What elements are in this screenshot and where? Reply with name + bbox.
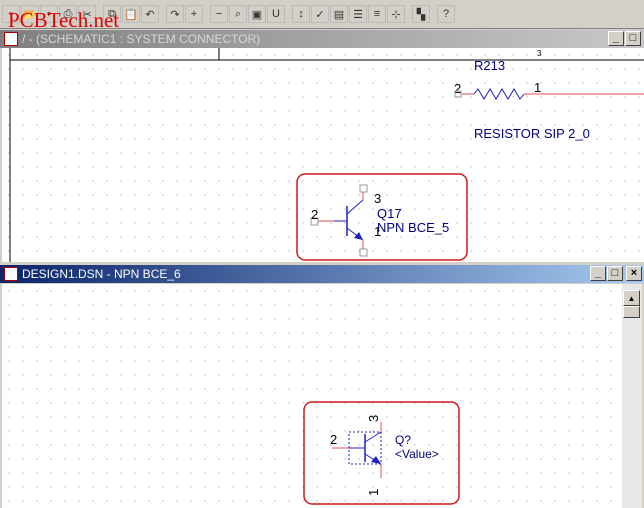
schematic-icon: [4, 32, 18, 46]
transistor-q17[interactable]: 3 2 1 Q17 NPN BCE_5: [296, 173, 468, 261]
q17-ref: Q17: [377, 206, 402, 221]
lower-window-title: DESIGN1.DSN - NPN BCE_6: [22, 267, 181, 281]
q-pin-1: 1: [366, 489, 381, 496]
q17-pin-3: 3: [374, 191, 381, 206]
cross-ref-icon[interactable]: ☰: [349, 5, 367, 23]
snap-grid-icon[interactable]: ⊹: [387, 5, 405, 23]
maximize-button[interactable]: □: [607, 266, 623, 281]
paste-icon[interactable]: 📋: [122, 5, 140, 23]
annotate-icon[interactable]: U: [267, 5, 285, 23]
redo-icon[interactable]: ↷: [166, 5, 184, 23]
part-editor-canvas[interactable]: 3 2 1 Q? <Value>: [2, 284, 622, 508]
back-annotate-icon[interactable]: ↕: [292, 5, 310, 23]
transistor-q-new[interactable]: 3 2 1 Q? <Value>: [303, 401, 460, 505]
maximize-button[interactable]: □: [625, 31, 641, 46]
drc-icon[interactable]: ✓: [311, 5, 329, 23]
zoom-all-icon[interactable]: ▣: [248, 5, 266, 23]
resistor-value: RESISTOR SIP 2_0: [474, 126, 590, 141]
upper-window-title: / - (SCHEMATIC1 : SYSTEM CONNECTOR): [22, 32, 261, 46]
close-button[interactable]: ×: [626, 266, 642, 281]
resistor-pin-1: 1: [534, 80, 541, 95]
resistor-r213[interactable]: R213 2 1 RESISTOR SIP 2_0: [454, 58, 644, 141]
border-tick-label: 3: [537, 49, 542, 58]
q-value: <Value>: [395, 447, 439, 461]
vertical-scrollbar[interactable]: ▲: [622, 284, 642, 508]
zoom-area-icon[interactable]: ⌕: [229, 5, 247, 23]
q-pin-3: 3: [366, 415, 381, 422]
scroll-up-button[interactable]: ▲: [623, 290, 640, 306]
undo-icon[interactable]: ↶: [141, 5, 159, 23]
q-ref: Q?: [395, 433, 411, 447]
watermark: PCBTech.net: [8, 8, 120, 32]
q17-pin-2: 2: [311, 207, 318, 222]
help-icon[interactable]: ?: [437, 5, 455, 23]
part-editor-icon: [4, 267, 18, 281]
project-manager-icon[interactable]: ▚: [412, 5, 430, 23]
lower-window-title-bar[interactable]: DESIGN1.DSN - NPN BCE_6 _ □ ×: [0, 265, 644, 283]
bom-icon[interactable]: ≡: [368, 5, 386, 23]
zoom-out-icon[interactable]: −: [210, 5, 228, 23]
minimize-button[interactable]: _: [608, 31, 624, 46]
upper-schematic-canvas[interactable]: 3 R213 2 1 RESISTOR SIP 2_0 3 2 1 Q17 NP…: [2, 48, 644, 262]
q-pin-2: 2: [330, 432, 337, 447]
scroll-thumb[interactable]: [623, 306, 640, 318]
resistor-ref: R213: [474, 58, 505, 73]
q17-value: NPN BCE_5: [377, 220, 449, 235]
netlist-icon[interactable]: ▤: [330, 5, 348, 23]
zoom-in-icon[interactable]: +: [185, 5, 203, 23]
minimize-button[interactable]: _: [590, 266, 606, 281]
